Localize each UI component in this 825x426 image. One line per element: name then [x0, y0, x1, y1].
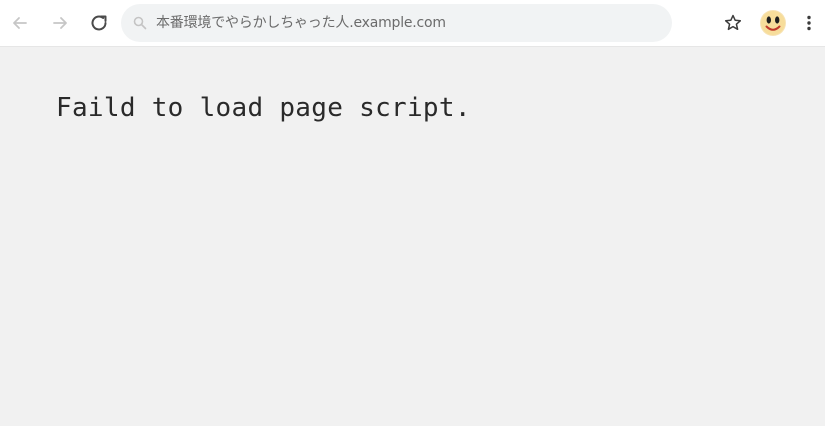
- search-icon: [133, 16, 147, 30]
- reload-icon: [91, 15, 107, 31]
- arrow-left-icon: [13, 17, 27, 29]
- star-outline-icon: [724, 14, 742, 31]
- vertical-dots-icon: [807, 15, 811, 31]
- bookmark-button[interactable]: [719, 9, 747, 37]
- page-content: Faild to load page script.: [0, 47, 825, 426]
- forward-button[interactable]: [48, 11, 72, 35]
- address-bar[interactable]: 本番環境でやらかしちゃった人.example.com: [121, 4, 672, 42]
- reload-button[interactable]: [87, 11, 111, 35]
- profile-avatar-button[interactable]: [759, 9, 787, 37]
- smiley-avatar-icon: [760, 10, 786, 36]
- back-button[interactable]: [8, 11, 32, 35]
- browser-toolbar: 本番環境でやらかしちゃった人.example.com: [0, 0, 825, 47]
- browser-menu-button[interactable]: [795, 9, 823, 37]
- address-url-text[interactable]: 本番環境でやらかしちゃった人.example.com: [156, 4, 446, 42]
- error-message: Faild to load page script.: [56, 93, 471, 123]
- arrow-right-icon: [53, 17, 67, 29]
